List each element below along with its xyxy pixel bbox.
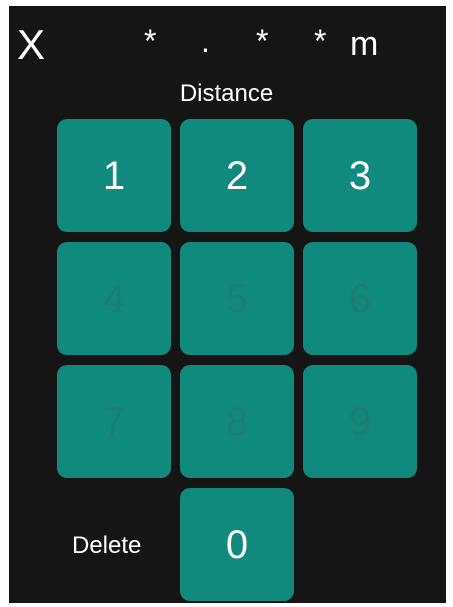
key-9: 9 (303, 365, 417, 478)
field-label: Distance (179, 80, 274, 107)
entry-char-1: * (144, 23, 157, 59)
key-3[interactable]: 3 (303, 119, 417, 232)
key-5: 5 (180, 242, 294, 355)
key-2[interactable]: 2 (180, 119, 294, 232)
close-button[interactable]: X (17, 24, 45, 66)
key-7: 7 (57, 365, 171, 478)
key-8: 8 (180, 365, 294, 478)
key-6: 6 (303, 242, 417, 355)
key-1[interactable]: 1 (57, 119, 171, 232)
key-4: 4 (57, 242, 171, 355)
entry-char-2: . (201, 23, 210, 59)
delete-button[interactable]: Delete (72, 532, 141, 560)
entry-char-4: * (314, 23, 327, 59)
entry-char-3: * (256, 23, 269, 59)
key-0[interactable]: 0 (180, 488, 294, 601)
unit-label: m (350, 25, 379, 63)
